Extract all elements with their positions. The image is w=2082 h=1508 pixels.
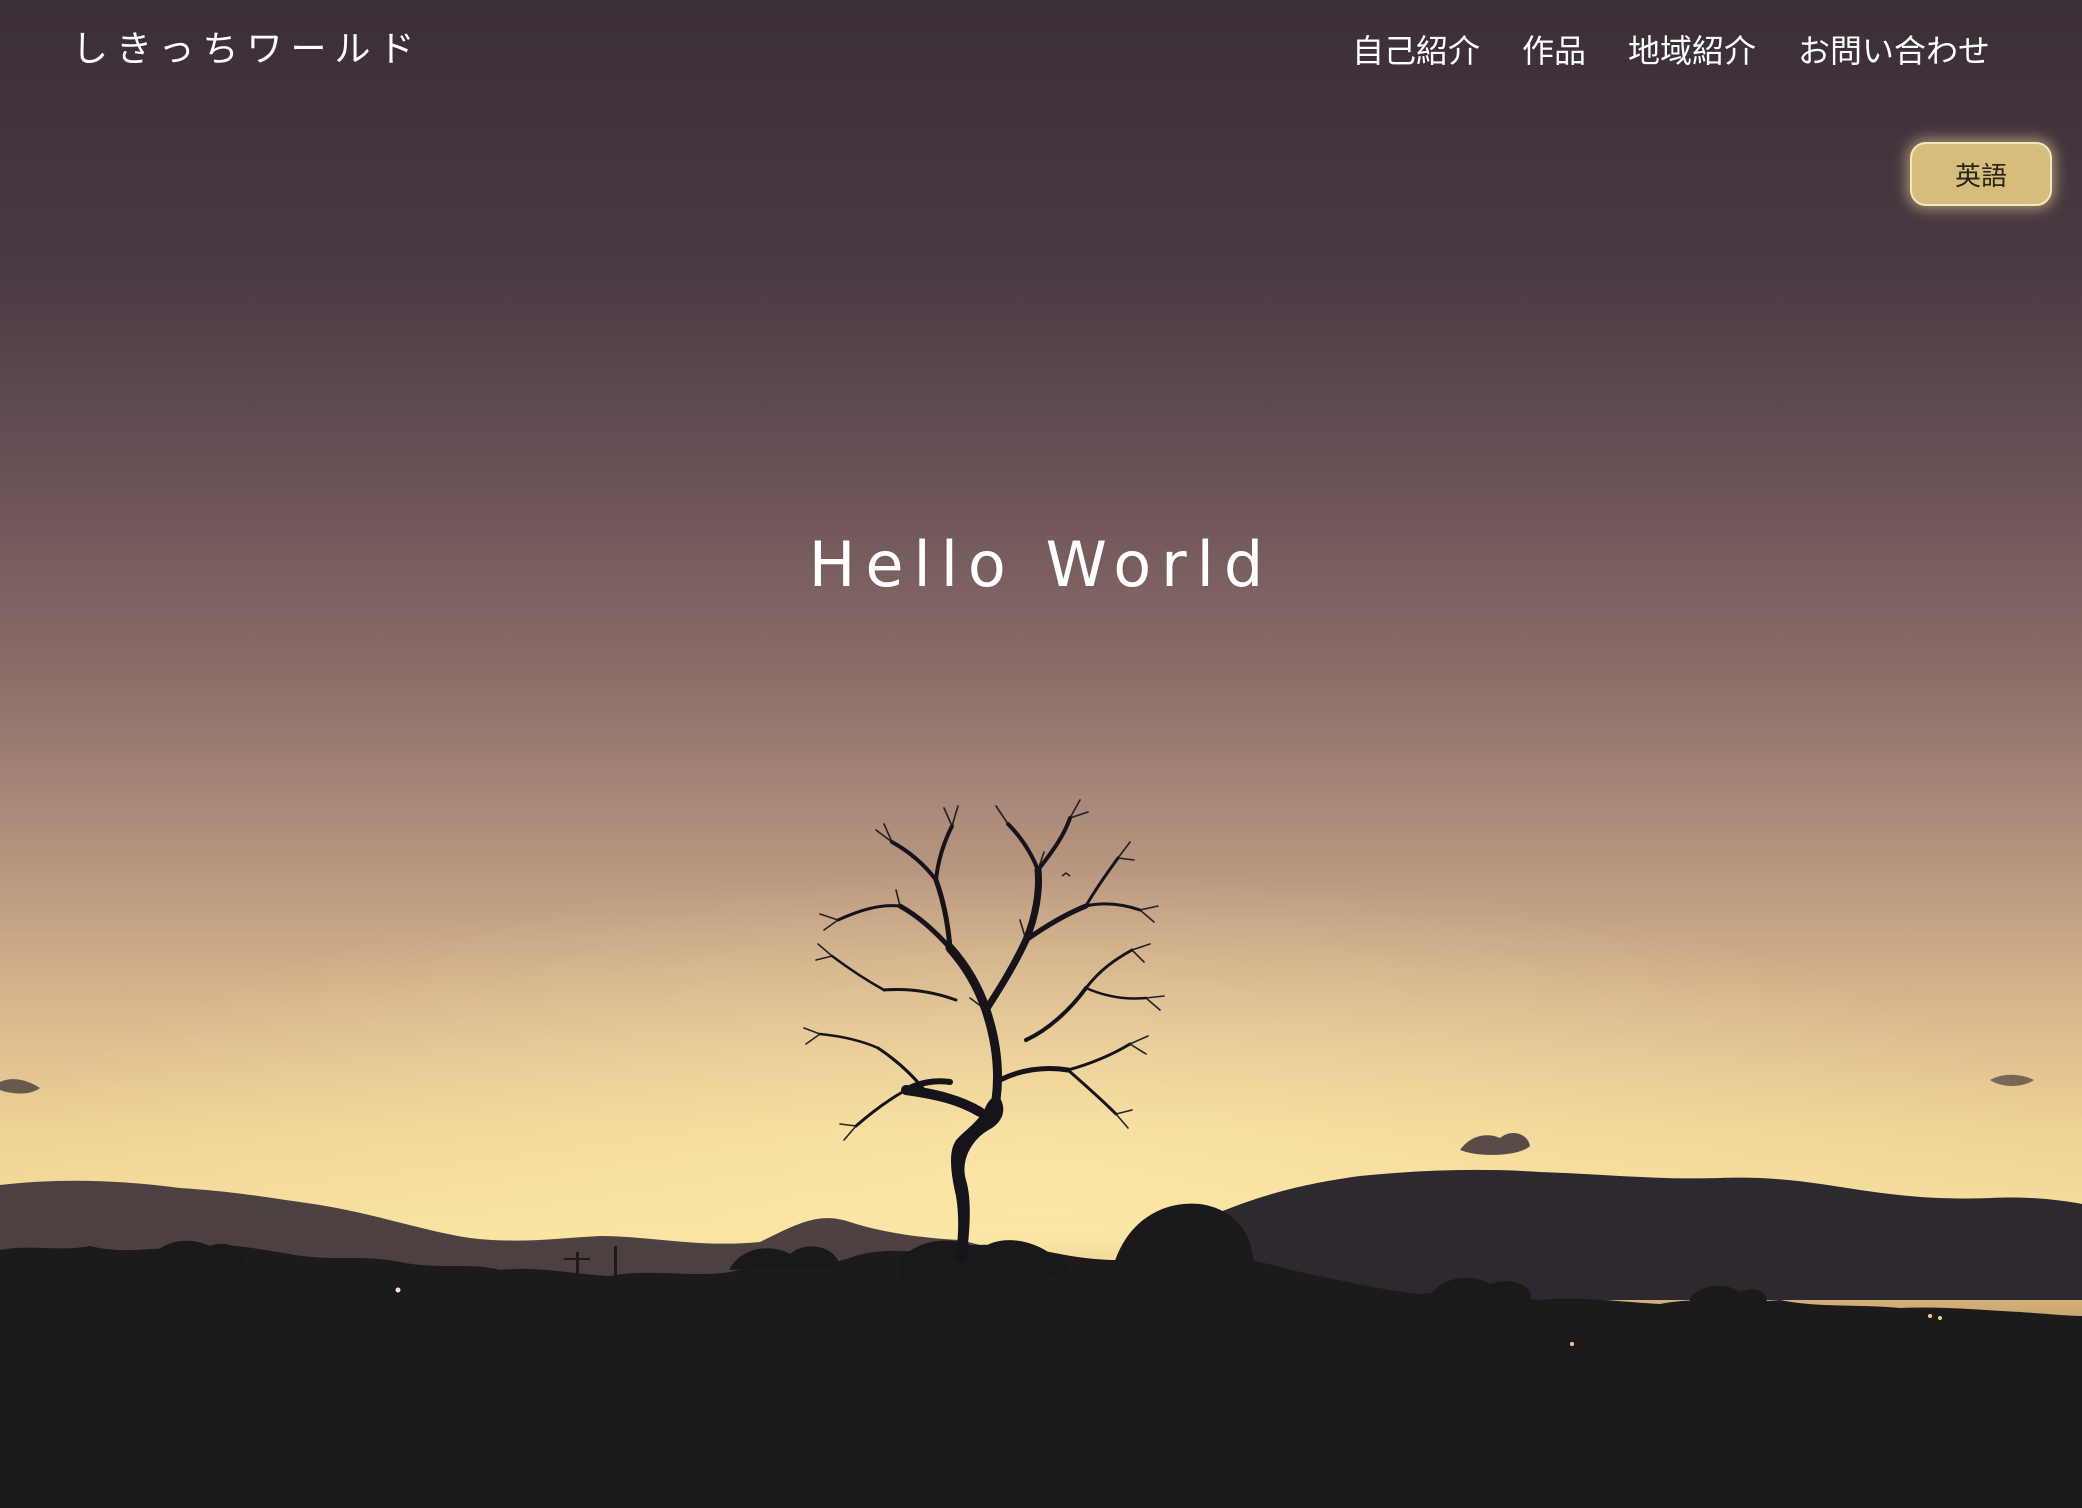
nav-link-contact[interactable]: お問い合わせ <box>1798 32 1990 70</box>
main-nav: 自己紹介 作品 地域紹介 お問い合わせ <box>1352 26 1990 76</box>
nav-item-profile: 自己紹介 <box>1352 26 1480 76</box>
site-title[interactable]: しきっちワールド <box>72 24 423 76</box>
hero-background-image <box>0 0 2082 1508</box>
nav-item-works: 作品 <box>1522 26 1586 76</box>
nav-item-region: 地域紹介 <box>1628 26 1756 76</box>
nav-link-region[interactable]: 地域紹介 <box>1628 32 1756 70</box>
nav-item-contact: お問い合わせ <box>1798 26 1990 76</box>
language-toggle-button[interactable]: 英語 <box>1910 142 2052 206</box>
nav-link-profile[interactable]: 自己紹介 <box>1352 32 1480 70</box>
hero-heading: Hello World <box>808 528 1274 601</box>
hero-section: しきっちワールド 自己紹介 作品 地域紹介 お問い合わせ 英語 Hello Wo… <box>0 0 2082 1508</box>
nav-link-works[interactable]: 作品 <box>1522 32 1586 70</box>
